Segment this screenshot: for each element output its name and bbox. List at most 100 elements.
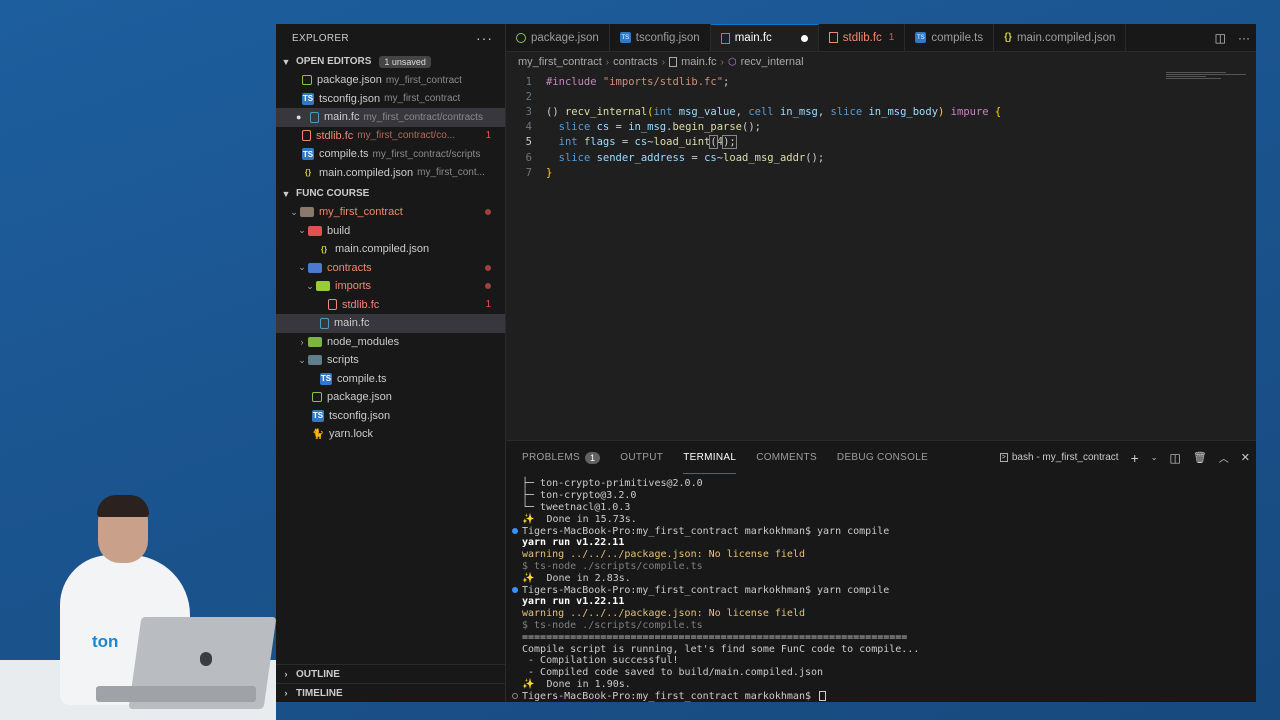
line-number: 6: [525, 151, 532, 164]
terminal-line-text: ✨ Done in 15.73s.: [522, 513, 637, 525]
more-actions-icon[interactable]: ···: [476, 30, 493, 46]
error-count: 1: [485, 299, 491, 311]
tab-label: tsconfig.json: [635, 31, 700, 44]
breadcrumb-item[interactable]: main.fc: [681, 56, 716, 68]
tree-folder[interactable]: ⌄ contracts: [276, 259, 505, 278]
workspace-header[interactable]: ▼ FUNC COURSE: [276, 184, 505, 203]
breadcrumb-item[interactable]: recv_internal: [741, 56, 804, 68]
open-editor-desc: my_first_contract: [384, 93, 461, 105]
tree-label: main.compiled.json: [335, 243, 430, 256]
tree-label: stdlib.fc: [342, 298, 380, 311]
tree-file[interactable]: main.fc: [276, 314, 505, 333]
workspace-title: FUNC COURSE: [296, 188, 370, 199]
tab-package-json[interactable]: package.json: [506, 24, 610, 51]
minimap[interactable]: [1166, 72, 1252, 84]
terminal-line-text: $ ts-node ./scripts/compile.ts: [522, 560, 703, 572]
chevron-right-icon: ›: [720, 56, 724, 68]
outline-title: OUTLINE: [296, 668, 340, 680]
tree-folder[interactable]: ⌄ build: [276, 222, 505, 241]
terminal-line-text: Compile script is running, let's find so…: [522, 643, 920, 655]
tree-folder[interactable]: ⌄ my_first_contract: [276, 203, 505, 222]
breadcrumb-item[interactable]: my_first_contract: [518, 56, 602, 68]
breadcrumb-item[interactable]: contracts: [613, 56, 658, 68]
typescript-icon: TS: [915, 32, 927, 43]
terminal-output[interactable]: ├─ ton-crypto-primitives@2.0.0 ├─ ton-cry…: [506, 474, 1256, 702]
tree-folder[interactable]: ⌄ scripts: [276, 351, 505, 370]
trash-icon[interactable]: 🗑: [1193, 451, 1207, 464]
split-editor-icon[interactable]: ◫: [1215, 31, 1226, 45]
chevron-down-icon[interactable]: ⌄: [1151, 453, 1158, 462]
typescript-icon: TS: [320, 372, 332, 385]
tab-compile-ts[interactable]: TS compile.ts: [905, 24, 995, 51]
terminal-line-text: yarn run v1.22.11: [522, 596, 625, 608]
more-actions-icon[interactable]: ···: [1238, 31, 1250, 45]
outline-header[interactable]: › OUTLINE: [276, 664, 506, 683]
terminal-line-text: Tigers-MacBook-Pro:my_first_contract mar…: [522, 525, 890, 537]
tab-tsconfig[interactable]: TS tsconfig.json: [610, 24, 711, 51]
open-editor-item[interactable]: {} main.compiled.json my_first_cont...: [276, 164, 505, 183]
maximize-panel-icon[interactable]: ︿: [1219, 450, 1229, 465]
line-number: 5: [525, 136, 532, 149]
tab-label: main.compiled.json: [1016, 31, 1116, 44]
command-decoration-icon[interactable]: [512, 528, 518, 535]
command-decoration-icon[interactable]: [512, 693, 518, 700]
open-editor-item[interactable]: ● main.fc my_first_contract/contracts: [276, 108, 505, 127]
tab-output[interactable]: OUTPUT: [620, 441, 663, 474]
terminal-line-text: - Compilation successful!: [522, 655, 679, 667]
terminal-line-text: warning ../../../package.json: No licens…: [522, 549, 805, 561]
tree-folder[interactable]: › node_modules: [276, 333, 505, 352]
open-editor-item[interactable]: package.json my_first_contract: [276, 71, 505, 90]
folder-icon: [308, 336, 322, 347]
tree-folder[interactable]: ⌄ imports: [276, 277, 505, 296]
tree-label: contracts: [327, 261, 372, 274]
unsaved-dot-icon[interactable]: [800, 34, 808, 42]
open-editor-label: compile.ts: [319, 148, 369, 161]
chevron-down-icon: ⌄: [298, 354, 306, 365]
tab-error-count: 1: [888, 32, 895, 43]
tree-file[interactable]: 🐈 yarn.lock: [276, 425, 505, 444]
tab-main-compiled-json[interactable]: {} main.compiled.json: [994, 24, 1127, 51]
open-editor-item[interactable]: stdlib.fc my_first_contract/co... 1: [276, 127, 505, 146]
code-line: 7 }: [506, 165, 1256, 180]
presenter-video: ton: [0, 0, 277, 720]
tab-comments[interactable]: COMMENTS: [756, 441, 817, 474]
package-json-icon: [302, 75, 312, 86]
tree-file[interactable]: {} main.compiled.json: [276, 240, 505, 259]
terminal-icon: >: [999, 453, 1008, 462]
breadcrumb: my_first_contract › contracts › main.fc …: [506, 52, 1256, 72]
terminal-line: $ ts-node ./scripts/compile.ts: [522, 620, 1256, 632]
apple-logo-icon: [200, 652, 212, 666]
tree-file[interactable]: package.json: [276, 388, 505, 407]
unsaved-dot-icon[interactable]: ●: [296, 112, 308, 122]
terminal-line-text: ✨ Done in 1.90s.: [522, 678, 631, 690]
package-json-icon: [516, 32, 526, 43]
terminal-line: Tigers-MacBook-Pro:my_first_contract mar…: [512, 690, 1256, 702]
tab-stdlib-fc[interactable]: stdlib.fc 1: [819, 24, 906, 51]
command-decoration-icon[interactable]: [512, 587, 518, 594]
open-editor-item[interactable]: TS tsconfig.json my_first_contract: [276, 90, 505, 109]
open-editor-item[interactable]: TS compile.ts my_first_contract/scripts: [276, 145, 505, 164]
tab-label: package.json: [531, 31, 599, 44]
problem-dot: [485, 209, 491, 216]
close-icon[interactable]: ✕: [1241, 451, 1250, 464]
open-editors-header[interactable]: ▼ OPEN EDITORS 1 unsaved: [276, 52, 505, 71]
tab-terminal[interactable]: TERMINAL: [683, 441, 737, 474]
chevron-down-icon: ⌄: [290, 206, 298, 217]
problem-dot: [485, 264, 491, 271]
error-count: 1: [485, 130, 491, 142]
chevron-right-icon: ›: [284, 669, 288, 679]
tab-debug-console[interactable]: DEBUG CONSOLE: [837, 441, 928, 474]
code-editor[interactable]: 1 #include "imports/stdlib.fc"; 2 3 () r…: [506, 72, 1256, 180]
tree-file[interactable]: stdlib.fc 1: [276, 296, 505, 315]
split-terminal-icon[interactable]: ◫: [1169, 451, 1180, 465]
tab-problems[interactable]: PROBLEMS 1: [522, 441, 601, 474]
tree-file[interactable]: TS compile.ts: [276, 370, 505, 389]
tree-file[interactable]: TS tsconfig.json: [276, 407, 505, 426]
code-line: 3 () recv_internal(int msg_value, cell i…: [506, 104, 1256, 119]
line-number: 3: [525, 105, 532, 118]
new-terminal-icon[interactable]: +: [1131, 450, 1139, 466]
timeline-header[interactable]: › TIMELINE: [276, 683, 506, 702]
terminal-shell-selector[interactable]: > bash - my_first_contract: [999, 452, 1119, 463]
tab-main-fc[interactable]: main.fc: [710, 24, 819, 51]
chevron-right-icon: ›: [284, 688, 288, 698]
